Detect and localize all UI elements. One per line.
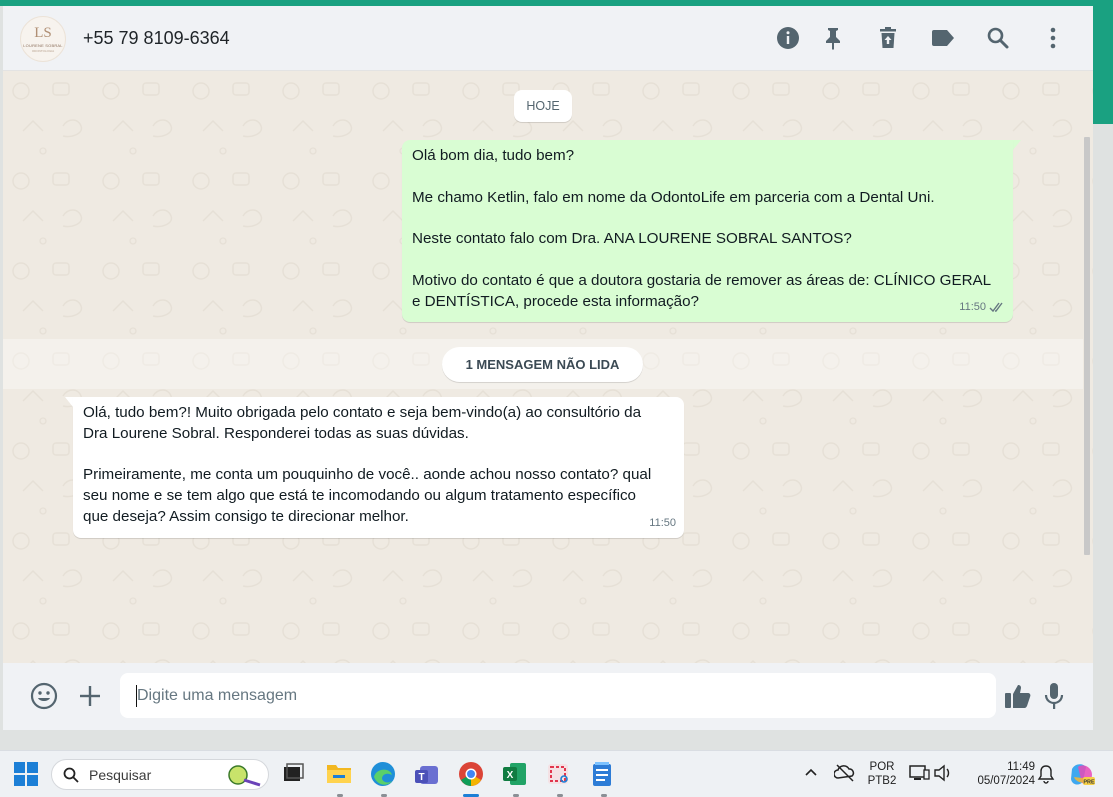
windows-taskbar: Pesquisar T X POR PTB2 11:49 05/07/2024 … xyxy=(0,750,1113,797)
notepad-icon[interactable] xyxy=(590,761,616,787)
pin-icon[interactable] xyxy=(819,24,847,52)
search-highlight-icon xyxy=(228,765,261,787)
message-meta: 11:50 xyxy=(649,513,676,534)
message-meta: 11:50 xyxy=(959,297,1005,318)
composer xyxy=(3,663,1093,730)
microphone-icon[interactable] xyxy=(1039,681,1069,711)
svg-text:T: T xyxy=(418,772,424,783)
excel-icon[interactable]: X xyxy=(502,761,528,787)
svg-text:X: X xyxy=(507,770,514,781)
input-language[interactable]: POR PTB2 xyxy=(866,760,898,788)
avatar-monogram: LS xyxy=(34,24,52,41)
avatar-brand-line1: LOURENE SOBRAL xyxy=(23,42,63,48)
incoming-bubble-tail xyxy=(65,397,73,407)
text-caret xyxy=(136,685,137,707)
incoming-message[interactable]: Olá, tudo bem?! Muito obrigada pelo cont… xyxy=(73,397,684,538)
outgoing-bubble-tail xyxy=(1013,140,1021,150)
app-accent-side xyxy=(1093,0,1113,124)
read-ticks-icon xyxy=(989,302,1003,313)
snipping-tool-icon[interactable] xyxy=(546,761,572,787)
search-icon[interactable] xyxy=(984,24,1012,52)
scrollbar-thumb[interactable] xyxy=(1084,137,1090,555)
chat-window: LS LOURENE SOBRAL ODONTOLOGIA +55 79 810… xyxy=(3,6,1093,730)
language-code: POR xyxy=(869,761,895,773)
system-clock[interactable]: 11:49 05/07/2024 xyxy=(963,760,1035,788)
unread-notice: 1 MENSAGEM NÃO LIDA xyxy=(442,347,643,382)
search-label: Pesquisar xyxy=(89,767,152,783)
message-line: Dra Lourene Sobral. Responderei todas as… xyxy=(83,424,469,442)
emoji-icon[interactable] xyxy=(29,681,59,711)
windows-start-icon[interactable] xyxy=(14,762,40,788)
message-input[interactable] xyxy=(120,673,996,718)
teams-icon[interactable]: T xyxy=(414,761,440,787)
clock-time: 11:49 xyxy=(1007,761,1035,773)
screen: LS LOURENE SOBRAL ODONTOLOGIA +55 79 810… xyxy=(0,0,1113,797)
more-icon[interactable] xyxy=(1039,24,1067,52)
notification-bell-icon[interactable] xyxy=(1037,764,1057,784)
network-icon[interactable] xyxy=(909,764,931,784)
file-explorer-icon[interactable] xyxy=(326,761,352,787)
message-line: que deseja? Assim consigo te direcionar … xyxy=(83,507,409,525)
chat-scrollbar[interactable] xyxy=(1083,137,1091,555)
search-icon xyxy=(63,767,79,783)
message-line: Olá, tudo bem?! Muito obrigada pelo cont… xyxy=(83,404,642,421)
chevron-up-icon[interactable] xyxy=(803,764,821,782)
onedrive-offline-icon[interactable] xyxy=(833,763,856,783)
message-line xyxy=(412,167,1003,188)
message-list[interactable]: HOJE Olá bom dia, tudo bem? Me chamo Ket… xyxy=(3,71,1093,663)
message-line: Primeiramente, me conta um pouquinho de … xyxy=(83,466,652,484)
avatar-brand-line2: ODONTOLOGIA xyxy=(31,48,55,53)
message-time: 11:50 xyxy=(649,517,676,530)
info-icon[interactable] xyxy=(774,24,802,52)
thumbs-up-icon[interactable] xyxy=(1003,681,1033,711)
date-separator: HOJE xyxy=(514,90,572,122)
message-line xyxy=(412,208,1003,229)
chat-header: LS LOURENE SOBRAL ODONTOLOGIA +55 79 810… xyxy=(3,6,1093,71)
delete-icon[interactable] xyxy=(874,24,902,52)
svg-text:PRE: PRE xyxy=(1083,780,1095,786)
keyboard-layout: PTB2 xyxy=(867,775,897,787)
edge-browser-icon[interactable] xyxy=(370,761,396,787)
message-line xyxy=(412,250,1003,271)
clock-date: 05/07/2024 xyxy=(977,775,1035,787)
taskbar-search[interactable]: Pesquisar xyxy=(51,759,269,790)
message-line: seu nome e se tem algo que está te incom… xyxy=(83,487,636,505)
message-line: Olá bom dia, tudo bem? xyxy=(412,147,575,164)
message-line: Motivo do contato é que a doutora gostar… xyxy=(412,271,992,289)
message-line xyxy=(83,445,674,466)
contact-avatar[interactable]: LS LOURENE SOBRAL ODONTOLOGIA xyxy=(20,16,66,62)
label-icon[interactable] xyxy=(929,24,957,52)
contact-name[interactable]: +55 79 8109-6364 xyxy=(83,28,230,49)
volume-icon[interactable] xyxy=(933,764,953,784)
copilot-icon[interactable]: PRE xyxy=(1068,761,1096,789)
chrome-icon[interactable] xyxy=(458,761,484,787)
message-line: e DENTÍSTICA, procede esta informação? xyxy=(412,292,699,310)
message-line: Neste contato falo com Dra. ANA LOURENE … xyxy=(412,230,852,248)
message-time: 11:50 xyxy=(959,301,986,314)
message-line: Me chamo Ketlin, falo em nome da OdontoL… xyxy=(412,188,935,206)
task-view-icon[interactable] xyxy=(281,761,307,787)
outgoing-message[interactable]: Olá bom dia, tudo bem? Me chamo Ketlin, … xyxy=(402,140,1013,322)
attach-plus-icon[interactable] xyxy=(75,681,105,711)
